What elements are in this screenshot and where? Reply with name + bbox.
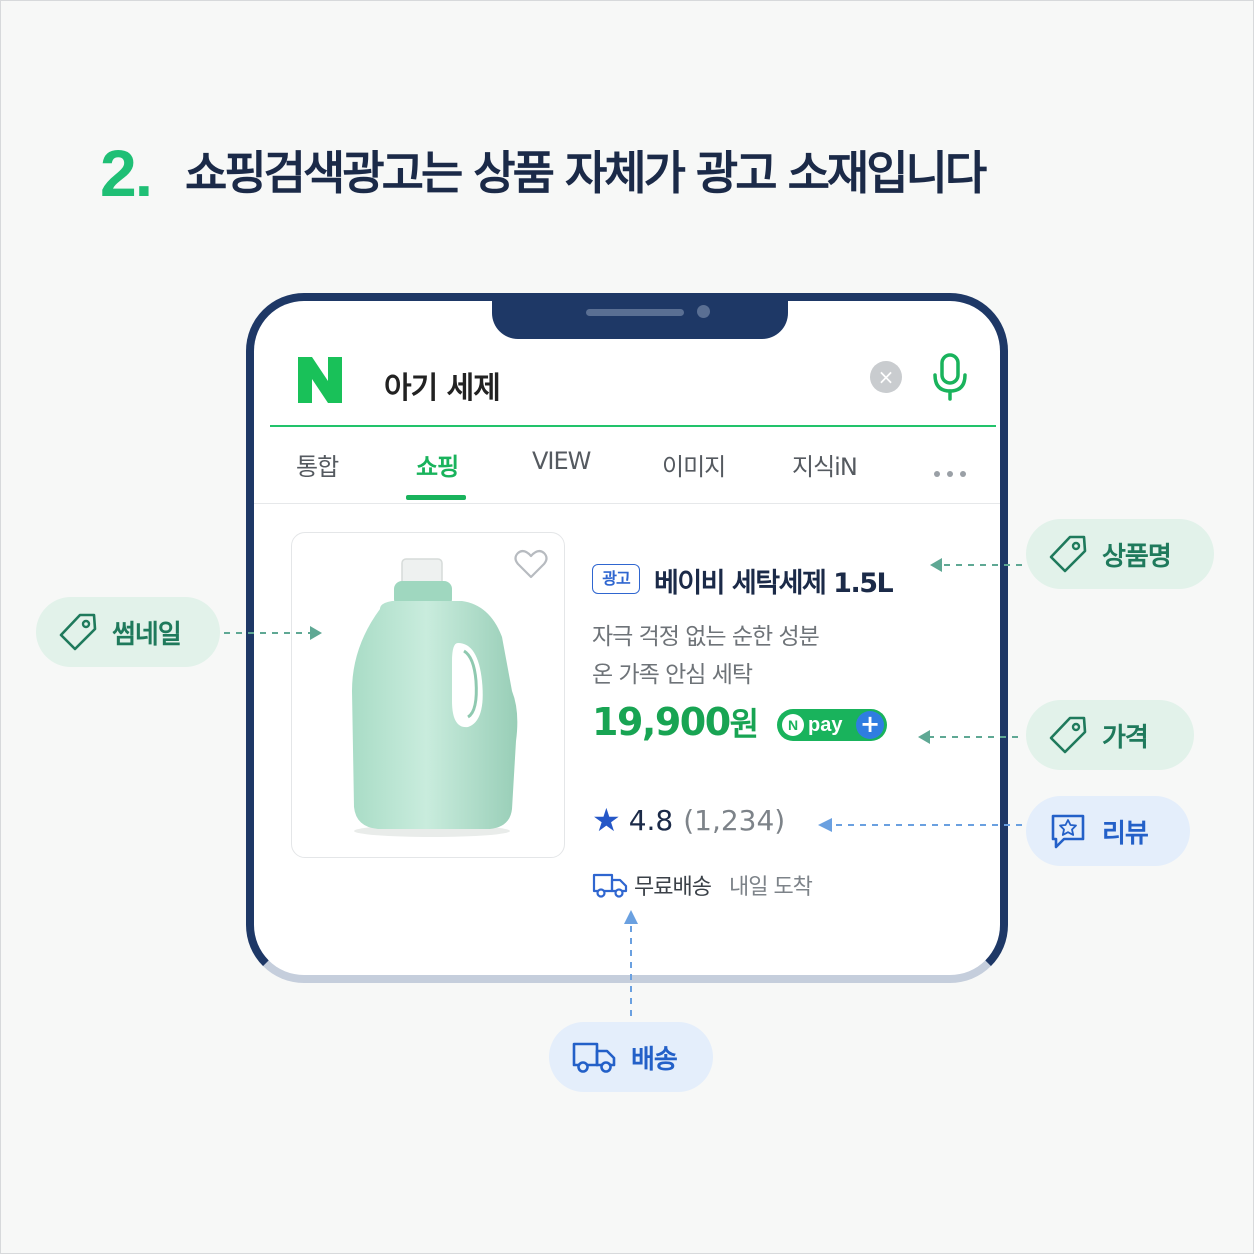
callout-label: 상품명 (1102, 541, 1172, 572)
price-arrowhead (918, 730, 930, 744)
tag-icon (1049, 716, 1087, 754)
tag-icon (1049, 535, 1087, 573)
shipping-arrowhead (624, 910, 638, 924)
callout-label: 리뷰 (1102, 818, 1149, 849)
review-star-bubble-icon (1051, 814, 1085, 849)
callout-label: 가격 (1102, 722, 1149, 753)
thumbnail-arrowhead (310, 626, 322, 640)
truck-icon (572, 1042, 616, 1073)
callout-product-name: 상품명 (1026, 519, 1214, 589)
callout-price: 가격 (1026, 700, 1194, 770)
product-name-arrowhead (930, 558, 942, 572)
review-arrowhead (818, 818, 832, 832)
callout-label: 배송 (631, 1044, 678, 1075)
callout-shipping: 배송 (549, 1022, 713, 1092)
callout-review: 리뷰 (1026, 796, 1190, 866)
callout-label: 썸네일 (112, 619, 182, 650)
callout-thumbnail: 썸네일 (36, 597, 220, 667)
tag-icon (59, 613, 97, 651)
